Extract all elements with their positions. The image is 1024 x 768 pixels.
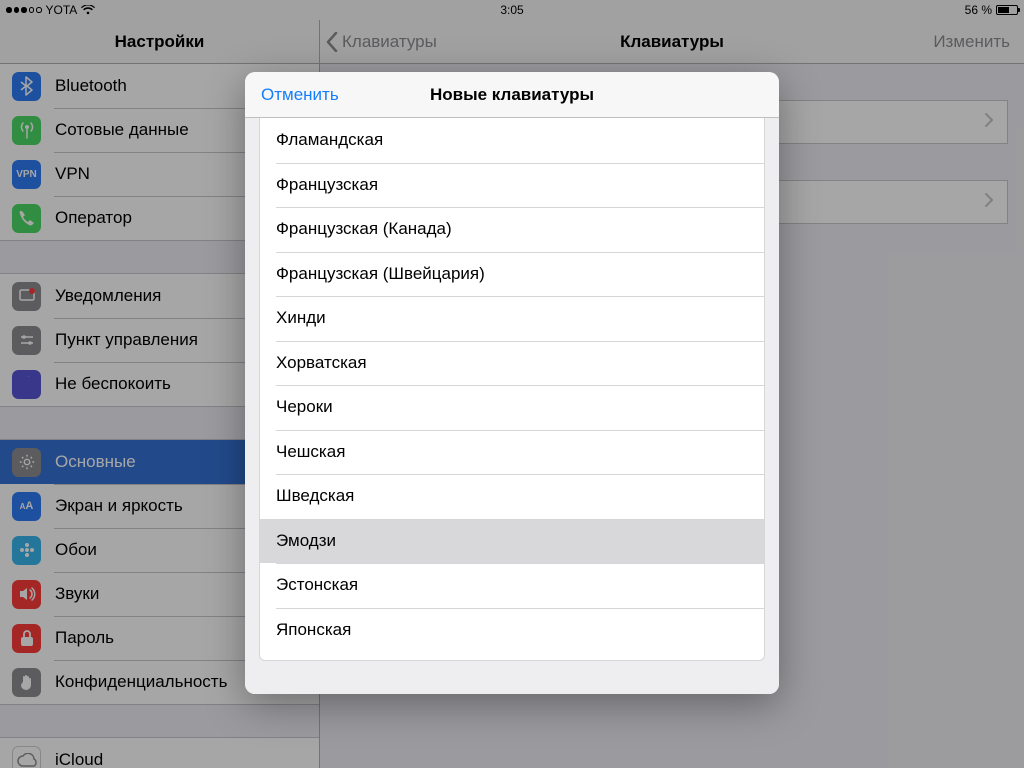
keyboard-option[interactable]: Фламандская [260,118,764,163]
add-keyboard-modal: Отменить Новые клавиатуры ФламандскаяФра… [245,72,779,694]
keyboard-option[interactable]: Шведская [260,474,764,519]
keyboard-option[interactable]: Эмодзи [260,519,764,564]
keyboard-option[interactable]: Хинди [260,296,764,341]
keyboard-option[interactable]: Эстонская [260,563,764,608]
keyboard-option[interactable]: Чероки [260,385,764,430]
keyboard-option[interactable]: Хорватская [260,341,764,386]
keyboard-option[interactable]: Чешская [260,430,764,475]
keyboard-option[interactable]: Японская [260,608,764,653]
keyboard-option[interactable]: Французская [260,163,764,208]
keyboard-option[interactable]: Французская (Канада) [260,207,764,252]
modal-header: Отменить Новые клавиатуры [245,72,779,118]
keyboard-option[interactable]: Французская (Швейцария) [260,252,764,297]
modal-title: Новые клавиатуры [430,85,594,105]
cancel-button[interactable]: Отменить [245,85,339,105]
